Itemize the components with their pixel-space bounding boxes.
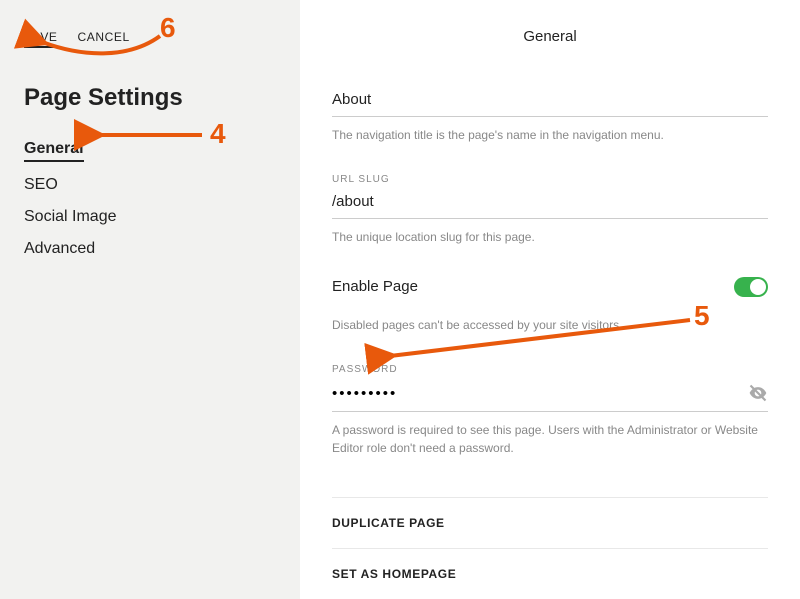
- settings-tabs: General SEO Social Image Advanced: [24, 140, 276, 258]
- nav-title-input[interactable]: [332, 91, 768, 108]
- password-block: PASSWORD A password is required to see t…: [332, 364, 768, 457]
- slug-input[interactable]: [332, 193, 768, 210]
- password-helper: A password is required to see this page.…: [332, 422, 768, 457]
- slug-block: URL SLUG The unique location slug for th…: [332, 174, 768, 246]
- password-label: PASSWORD: [332, 364, 768, 375]
- nav-title-block: The navigation title is the page's name …: [332, 85, 768, 144]
- save-button[interactable]: SAVE: [24, 30, 58, 48]
- duplicate-page-button[interactable]: DUPLICATE PAGE: [332, 497, 768, 548]
- sidebar: SAVE CANCEL Page Settings General SEO So…: [0, 0, 300, 599]
- top-actions: SAVE CANCEL: [24, 30, 276, 48]
- eye-off-icon[interactable]: [748, 383, 768, 403]
- enable-helper: Disabled pages can't be accessed by your…: [332, 317, 768, 334]
- nav-title-helper: The navigation title is the page's name …: [332, 127, 768, 144]
- enable-page-label: Enable Page: [332, 278, 418, 295]
- panel-heading: General: [332, 28, 768, 45]
- slug-line: [332, 187, 768, 219]
- enable-page-toggle[interactable]: [734, 277, 768, 297]
- set-homepage-button[interactable]: SET AS HOMEPAGE: [332, 548, 768, 599]
- slug-helper: The unique location slug for this page.: [332, 229, 768, 246]
- cancel-button[interactable]: CANCEL: [78, 30, 130, 48]
- enable-block: Enable Page Disabled pages can't be acce…: [332, 277, 768, 334]
- tab-advanced[interactable]: Advanced: [24, 240, 276, 258]
- password-input[interactable]: [332, 385, 748, 402]
- tab-seo[interactable]: SEO: [24, 176, 276, 194]
- tab-general[interactable]: General: [24, 140, 84, 162]
- main-panel: General The navigation title is the page…: [300, 0, 800, 599]
- tab-social-image[interactable]: Social Image: [24, 208, 276, 226]
- page-actions: DUPLICATE PAGE SET AS HOMEPAGE DELETE PA…: [332, 497, 768, 599]
- nav-title-line: [332, 85, 768, 117]
- slug-label: URL SLUG: [332, 174, 768, 185]
- page-title: Page Settings: [24, 84, 276, 112]
